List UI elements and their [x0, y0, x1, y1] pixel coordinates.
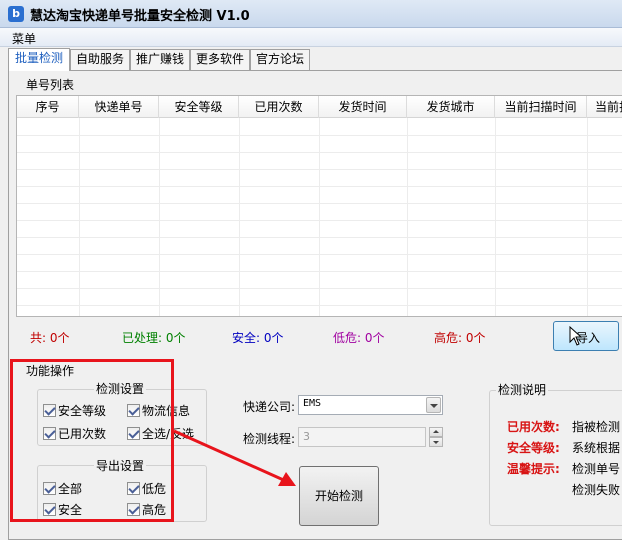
threads-input[interactable]: 3	[298, 427, 426, 447]
explanation-text-security-level: 系统根据	[572, 441, 621, 455]
grid-line	[239, 118, 240, 316]
mouse-cursor-icon	[569, 326, 583, 346]
grid-line	[587, 118, 588, 316]
tab-more-software[interactable]: 更多软件	[190, 49, 250, 70]
explanation-text-failed: 检测失败	[572, 483, 621, 497]
import-button[interactable]: 导入	[553, 321, 619, 351]
window-title: 慧达淘宝快递单号批量安全检测 V1.0	[30, 9, 250, 24]
explanation-text-tip: 检测单号	[572, 462, 621, 476]
grid-line	[17, 135, 622, 136]
list-header: 序号 快递单号 安全等级 已用次数 发货时间 发货城市 当前扫描时间 当前扫	[17, 96, 622, 118]
column-header-tracking-number[interactable]: 快递单号	[79, 96, 159, 118]
status-safe: 安全: 0个	[232, 331, 284, 345]
stepper-down-icon[interactable]	[429, 437, 443, 447]
title-bar: b 慧达淘宝快递单号批量安全检测 V1.0	[0, 0, 622, 28]
menu-bar: 菜单	[0, 28, 622, 47]
grid-line	[17, 186, 622, 187]
column-header-scan-extra[interactable]: 当前扫	[587, 96, 622, 118]
courier-select[interactable]: EMS	[298, 395, 443, 415]
column-header-ship-city[interactable]: 发货城市	[407, 96, 495, 118]
grid-line	[17, 305, 622, 306]
courier-select-value: EMS	[303, 398, 322, 409]
stepper-up-icon[interactable]	[429, 427, 443, 437]
grid-line	[17, 220, 622, 221]
column-header-scan-time[interactable]: 当前扫描时间	[495, 96, 587, 118]
threads-input-value: 3	[303, 430, 310, 443]
tab-batch-detect[interactable]: 批量检测	[8, 48, 70, 71]
grid-line	[159, 118, 160, 316]
status-high-risk: 高危: 0个	[434, 331, 486, 345]
grid-line	[17, 152, 622, 153]
explanation-key-tip: 温馨提示:	[507, 462, 560, 476]
status-processed: 已处理: 0个	[122, 331, 186, 345]
threads-label: 检测线程:	[243, 432, 296, 446]
list-group-title: 单号列表	[24, 76, 77, 93]
grid-line	[17, 169, 622, 170]
courier-label: 快递公司:	[243, 400, 296, 414]
tab-self-service[interactable]: 自助服务	[70, 49, 130, 70]
explanation-key-security-level: 安全等级:	[507, 441, 560, 455]
column-header-used-count[interactable]: 已用次数	[239, 96, 319, 118]
column-header-security-level[interactable]: 安全等级	[159, 96, 239, 118]
app-logo-icon: b	[8, 6, 24, 22]
explanation-title: 检测说明	[496, 381, 549, 398]
grid-line	[17, 271, 622, 272]
grid-line	[495, 118, 496, 316]
explanation-key-used-count: 已用次数:	[507, 420, 560, 434]
start-detect-button[interactable]: 开始检测	[299, 466, 379, 526]
grid-line	[17, 203, 622, 204]
explanation-text-used-count: 指被检测	[572, 420, 621, 434]
menu-item-main[interactable]: 菜单	[12, 30, 36, 47]
grid-line	[407, 118, 408, 316]
status-low-risk: 低危: 0个	[333, 331, 385, 345]
column-header-index[interactable]: 序号	[17, 96, 79, 118]
grid-line	[319, 118, 320, 316]
grid-line	[17, 288, 622, 289]
grid-line	[17, 237, 622, 238]
chevron-down-icon[interactable]	[426, 397, 441, 413]
tab-promote-earn[interactable]: 推广赚钱	[130, 49, 190, 70]
column-header-ship-time[interactable]: 发货时间	[319, 96, 407, 118]
tracking-number-list[interactable]: 序号 快递单号 安全等级 已用次数 发货时间 发货城市 当前扫描时间 当前扫	[16, 95, 622, 317]
highlight-box	[10, 359, 174, 522]
grid-line	[79, 118, 80, 316]
status-total: 共: 0个	[30, 331, 70, 345]
grid-line	[17, 254, 622, 255]
threads-stepper[interactable]	[429, 427, 443, 447]
tab-official-forum[interactable]: 官方论坛	[250, 49, 310, 70]
explanation-group	[489, 390, 622, 526]
